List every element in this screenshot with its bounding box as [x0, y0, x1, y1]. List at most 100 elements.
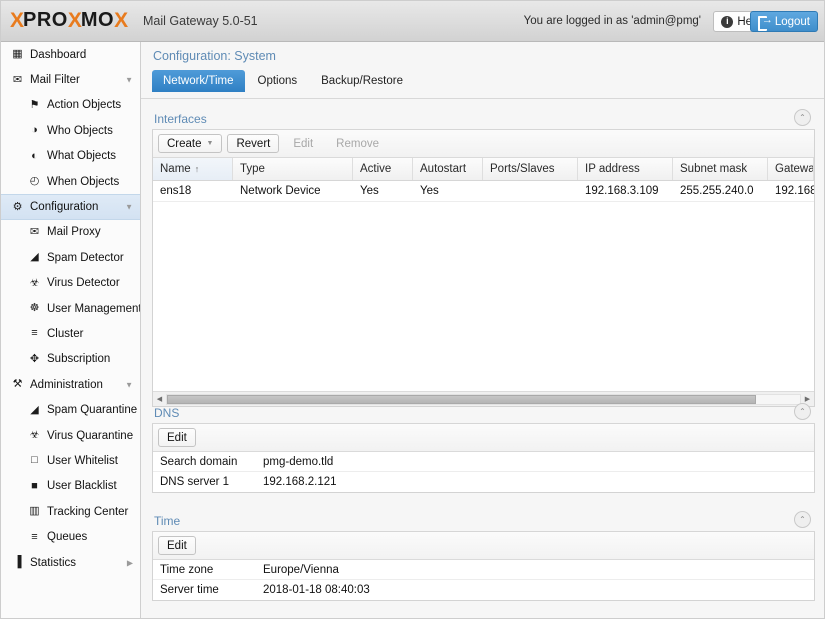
megaphone-icon: ◢ [30, 251, 39, 264]
sidebar-item-virus-detector[interactable]: ☣ Virus Detector [1, 271, 140, 296]
wrench-icon: ⚒ [12, 378, 23, 391]
sidebar-item-user-blacklist[interactable]: ■ User Blacklist [1, 474, 140, 499]
sidebar-item-when-objects[interactable]: ◴ When Objects [1, 169, 140, 194]
sidebar-item-label: Cluster [47, 327, 84, 340]
collapse-interfaces-icon[interactable]: ⌃ [794, 109, 811, 126]
column-header-ip-address[interactable]: IP address [578, 158, 673, 180]
column-header-ports-slaves[interactable]: Ports/Slaves [483, 158, 578, 180]
sidebar-item-user-whitelist[interactable]: □ User Whitelist [1, 448, 140, 473]
virus-icon: ☣ [29, 429, 40, 442]
sidebar-item-who-objects[interactable]: ◑ Who Objects [1, 118, 140, 143]
column-header-name[interactable]: Name ↑ [153, 158, 233, 180]
column-header-subnet-mask[interactable]: Subnet mask [673, 158, 768, 180]
sidebar-item-statistics[interactable]: ▐ Statistics ▶ [1, 550, 140, 575]
expand-collapse-icon[interactable]: ▼ [125, 380, 133, 389]
expand-collapse-icon[interactable]: ▶ [127, 558, 133, 567]
column-header-type[interactable]: Type [233, 158, 353, 180]
sidebar-item-cluster[interactable]: ≡ Cluster [1, 321, 140, 346]
sidebar-item-tracking-center[interactable]: ▥ Tracking Center [1, 499, 140, 524]
column-header-active[interactable]: Active [353, 158, 413, 180]
sidebar-item-queues[interactable]: ≡ Queues [1, 524, 140, 549]
expand-collapse-icon[interactable]: ▼ [125, 76, 133, 85]
sidebar-item-action-objects[interactable]: ⚑ Action Objects [1, 93, 140, 118]
setting-row[interactable]: DNS server 1 192.168.2.121 [153, 472, 814, 492]
sidebar-item-mail-filter[interactable]: ✉ Mail Filter ▼ [1, 67, 140, 92]
content-header: Configuration: System Network/Time Option… [141, 42, 824, 99]
gear-icon: ⚙ [12, 200, 23, 213]
create-button-label: Create [167, 137, 202, 150]
main-content: Configuration: System Network/Time Option… [141, 42, 824, 618]
logo-x-icon: X [10, 8, 24, 32]
sidebar-item-configuration[interactable]: ⚙ Configuration ▼ [1, 194, 140, 220]
sidebar-item-label: Mail Proxy [47, 226, 101, 239]
interfaces-panel-title: Interfaces [154, 111, 207, 126]
setting-key: Time zone [160, 563, 214, 576]
setting-key: Search domain [160, 455, 238, 468]
sidebar-item-administration[interactable]: ⚒ Administration ▼ [1, 372, 140, 397]
cell-ports_slaves [483, 181, 578, 201]
interfaces-panel: Interfaces ⌃ Create ▼ Revert Edit Remove… [152, 108, 815, 407]
cell-autostart: Yes [420, 185, 439, 197]
tab-options[interactable]: Options [247, 70, 309, 92]
page-black-icon: ■ [31, 479, 38, 492]
column-header-label: Name [160, 163, 191, 175]
setting-row[interactable]: Server time 2018-01-18 08:40:03 [153, 580, 814, 600]
sidebar-item-label: Queues [47, 531, 88, 544]
sidebar-item-virus-quarantine[interactable]: ☣ Virus Quarantine [1, 423, 140, 448]
edit-dns-button[interactable]: Edit [158, 428, 196, 447]
edit-interface-button: Edit [293, 137, 314, 150]
envelope-icon: ✉ [12, 73, 23, 86]
sidebar-item-label: Mail Filter [30, 74, 80, 87]
sidebar-item-dashboard[interactable]: ▦ Dashboard [1, 42, 140, 67]
sidebar-item-what-objects[interactable]: ◐ What Objects [1, 144, 140, 169]
table-row[interactable]: ens18 Network Device Yes Yes 192.168.3.109 25… [153, 181, 814, 202]
sidebar-item-spam-quarantine[interactable]: ◢ Spam Quarantine [1, 397, 140, 422]
revert-button[interactable]: Revert [227, 134, 280, 153]
users-icon: ☸ [29, 302, 40, 315]
create-interface-button[interactable]: Create ▼ [158, 134, 223, 153]
setting-row[interactable]: Search domain pmg-demo.tld [153, 452, 814, 472]
logout-button[interactable]: Logout [749, 11, 818, 32]
edit-time-button[interactable]: Edit [158, 536, 196, 555]
column-header-autostart[interactable]: Autostart [413, 158, 483, 180]
interfaces-grid-header[interactable]: Name ↑ Type Active Autostart Ports/Slaves IP a… [153, 158, 814, 181]
queue-icon: ≡ [31, 530, 38, 543]
sidebar-item-label: Who Objects [47, 124, 113, 137]
sidebar-item-label: Subscription [47, 353, 111, 366]
cluster-icon: ≡ [31, 327, 38, 340]
column-header-gateway[interactable]: Gateway [768, 158, 814, 180]
sidebar-item-label: When Objects [47, 175, 120, 188]
sidebar-item-label: Configuration [30, 201, 99, 214]
tab-network-time[interactable]: Network/Time [152, 70, 245, 92]
time-panel: Time ⌃ Edit Time zone Europe/Vienna Server… [152, 510, 815, 601]
virus-icon: ☣ [29, 276, 40, 289]
setting-key: Server time [160, 584, 219, 596]
dns-panel: DNS ⌃ Edit Search domain pmg-demo.tld DNS … [152, 402, 815, 493]
collapse-time-icon[interactable]: ⌃ [794, 511, 811, 528]
expand-collapse-icon[interactable]: ▼ [125, 203, 133, 212]
sidebar-item-label: Dashboard [30, 48, 87, 61]
page-white-icon: □ [31, 454, 38, 467]
setting-row[interactable]: Time zone Europe/Vienna [153, 560, 814, 580]
dashboard-icon: ▦ [12, 48, 23, 61]
sidebar-navigation[interactable]: ▦ Dashboard ✉ Mail Filter ▼ ⚑ Action Objects ◑ W… [1, 42, 141, 618]
dns-panel-header: DNS ⌃ [152, 402, 815, 424]
megaphone-icon: ◢ [30, 403, 39, 416]
column-header-label: Ports/Slaves [490, 163, 555, 175]
sidebar-item-user-management[interactable]: ☸ User Management [1, 296, 140, 321]
setting-value: Europe/Vienna [263, 563, 339, 576]
chart-icon: ▐ [13, 556, 22, 568]
mail-proxy-icon: ✉ [29, 225, 40, 238]
tab-backup-restore[interactable]: Backup/Restore [310, 70, 414, 92]
column-header-label: Type [240, 163, 265, 175]
setting-key: DNS server 1 [160, 476, 230, 488]
package-icon: ◐ [31, 149, 38, 162]
sidebar-item-mail-proxy[interactable]: ✉ Mail Proxy [1, 220, 140, 245]
column-header-label: Subnet mask [680, 163, 748, 175]
sidebar-item-label: User Blacklist [47, 480, 117, 493]
time-panel-header: Time ⌃ [152, 510, 815, 532]
sidebar-item-subscription[interactable]: ✥ Subscription [1, 347, 140, 372]
collapse-dns-icon[interactable]: ⌃ [794, 403, 811, 420]
sidebar-item-spam-detector[interactable]: ◢ Spam Detector [1, 245, 140, 270]
tab-bar[interactable]: Network/Time Options Backup/Restore [152, 70, 414, 92]
